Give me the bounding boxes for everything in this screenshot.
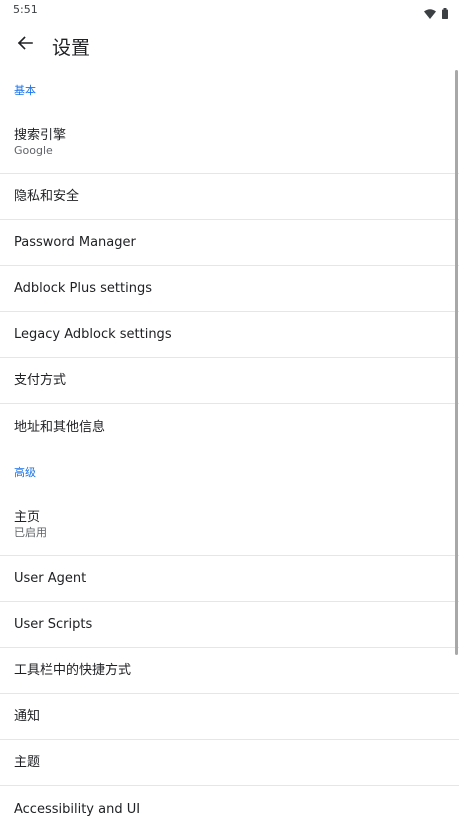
setting-title: 通知 — [14, 709, 41, 724]
setting-title: 主页 — [14, 510, 41, 525]
status-bar: 5:51 — [0, 0, 459, 22]
setting-addresses[interactable]: 地址和其他信息 — [0, 404, 459, 450]
settings-list[interactable]: 基本 搜索引擎 Google 隐私和安全 Password Manager Ad… — [0, 68, 459, 817]
setting-title: Adblock Plus settings — [14, 281, 152, 296]
setting-title: Password Manager — [14, 235, 136, 250]
section-header-advanced: 高级 — [14, 466, 36, 479]
setting-accessibility[interactable]: Accessibility and UI — [0, 786, 459, 817]
battery-icon — [442, 4, 448, 23]
setting-subtitle: 已启用 — [14, 526, 47, 539]
setting-toolbar-shortcut[interactable]: 工具栏中的快捷方式 — [0, 648, 459, 694]
setting-title: User Agent — [14, 571, 87, 586]
setting-password-manager[interactable]: Password Manager — [0, 220, 459, 266]
setting-notifications[interactable]: 通知 — [0, 694, 459, 740]
setting-title: User Scripts — [14, 617, 93, 632]
setting-privacy[interactable]: 隐私和安全 — [0, 174, 459, 220]
setting-legacy-adblock[interactable]: Legacy Adblock settings — [0, 312, 459, 358]
setting-homepage[interactable]: 主页 已启用 — [0, 494, 459, 556]
setting-adblock-plus[interactable]: Adblock Plus settings — [0, 266, 459, 312]
arrow-left-icon — [17, 35, 33, 55]
setting-title: Legacy Adblock settings — [14, 327, 172, 342]
setting-search-engine[interactable]: 搜索引擎 Google — [0, 112, 459, 174]
status-icons — [424, 4, 448, 23]
setting-user-scripts[interactable]: User Scripts — [0, 602, 459, 648]
scrollbar[interactable] — [455, 70, 458, 655]
setting-title: Accessibility and UI — [14, 801, 141, 817]
wifi-icon — [424, 4, 436, 23]
setting-title: 地址和其他信息 — [14, 419, 106, 435]
setting-subtitle: Google — [14, 144, 53, 157]
section-header-basic: 基本 — [14, 84, 36, 97]
setting-payment[interactable]: 支付方式 — [0, 358, 459, 404]
back-button[interactable] — [8, 28, 42, 62]
status-time: 5:51 — [13, 3, 38, 16]
setting-user-agent[interactable]: User Agent — [0, 556, 459, 602]
setting-theme[interactable]: 主题 — [0, 740, 459, 786]
setting-title: 支付方式 — [14, 373, 67, 388]
app-bar: 设置 — [0, 22, 459, 68]
page-title: 设置 — [52, 37, 91, 59]
setting-title: 主题 — [14, 755, 41, 770]
setting-title: 隐私和安全 — [14, 189, 80, 204]
setting-title: 工具栏中的快捷方式 — [14, 663, 132, 678]
setting-title: 搜索引擎 — [14, 128, 67, 143]
